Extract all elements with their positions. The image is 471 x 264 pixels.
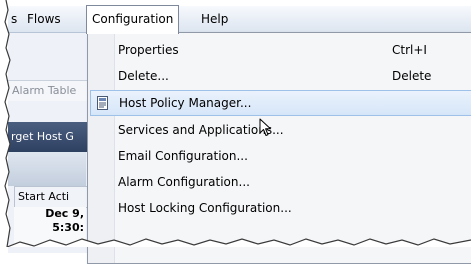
menu-item-alarm-configuration[interactable]: Alarm Configuration... [88, 169, 471, 195]
menu-item-label: Host Locking Configuration... [118, 201, 292, 215]
table-header-strip [8, 152, 86, 186]
mouse-cursor-icon [259, 118, 271, 136]
menubar-item-partial[interactable]: s [6, 6, 22, 32]
menu-item-label: Email Configuration... [118, 149, 248, 163]
menu-item-label: Properties [118, 43, 179, 57]
menu-item-properties[interactable]: Properties Ctrl+I [88, 37, 471, 63]
menu-item-delete[interactable]: Delete... Delete [88, 63, 471, 89]
menu-item-label: Delete... [118, 69, 169, 83]
menu-item-shortcut: Delete [392, 69, 432, 83]
document-icon [97, 96, 108, 110]
cell-time: 5:30: [52, 221, 84, 234]
screenshot: s Flows Configuration Help Alarm Table r… [0, 0, 471, 264]
menu-item-host-policy-manager[interactable]: Host Policy Manager... [90, 90, 471, 116]
table-cell: Dec 9, 5:30: [14, 207, 86, 247]
menu-item-label: Alarm Configuration... [118, 175, 250, 189]
menu-item-host-locking-configuration[interactable]: Host Locking Configuration... [88, 195, 471, 221]
menubar-item-configuration[interactable]: Configuration [86, 5, 180, 34]
menubar-item-help[interactable]: Help [196, 6, 233, 32]
column-header-start-action[interactable]: Start Acti [14, 186, 91, 208]
menubar-item-flows[interactable]: Flows [22, 6, 66, 32]
menu-item-email-configuration[interactable]: Email Configuration... [88, 143, 471, 169]
menu-item-label: Host Policy Manager... [119, 96, 252, 110]
menu-item-services-and-applications[interactable]: Services and Applications... [88, 117, 471, 143]
cell-date: Dec 9, [45, 207, 84, 220]
menu-bar: s Flows Configuration Help [6, 5, 471, 34]
tab-alarm-table[interactable]: Alarm Table [8, 80, 90, 101]
configuration-dropdown-menu: Properties Ctrl+I Delete... Delete Host … [87, 32, 471, 264]
target-host-group-header: rget Host G [8, 122, 89, 152]
menu-item-shortcut: Ctrl+I [392, 43, 427, 57]
